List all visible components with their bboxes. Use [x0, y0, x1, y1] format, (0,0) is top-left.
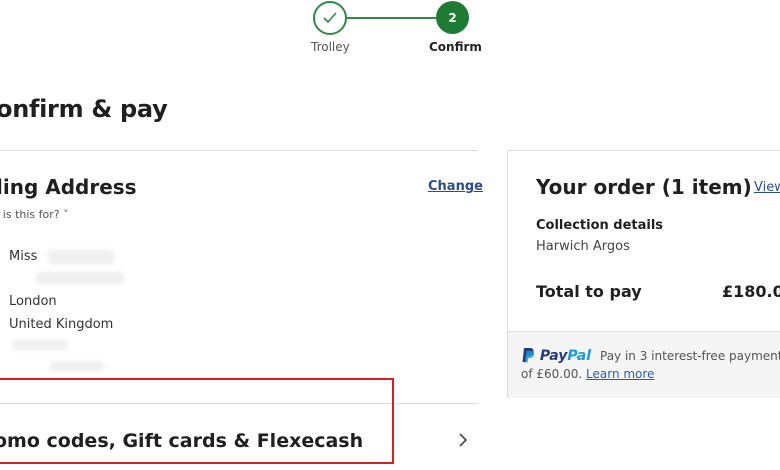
divider — [0, 150, 478, 151]
collection-store: Harwich Argos — [536, 239, 630, 254]
paypal-p-icon — [522, 348, 535, 363]
step-label-confirm: Confirm — [429, 40, 482, 54]
redacted-postcode — [12, 340, 68, 350]
step-number: 2 — [448, 10, 457, 25]
change-address-link[interactable]: Change — [428, 179, 483, 194]
what-is-this-for-toggle[interactable]: t is this for? ˅ — [0, 208, 69, 221]
view-order-link[interactable]: View — [754, 180, 780, 195]
redacted-street — [36, 272, 124, 284]
page-title: onfirm & pay — [0, 95, 168, 123]
collection-details-heading: Collection details — [536, 218, 664, 233]
chevron-right-icon[interactable] — [458, 432, 468, 453]
paypal-wordmark-pay: Pay — [539, 348, 568, 364]
learn-more-link[interactable]: Learn more — [586, 367, 654, 381]
paypal-installment-amount: of £60.00. — [521, 367, 583, 381]
check-icon — [323, 12, 337, 24]
step-label-trolley[interactable]: Trolley — [311, 40, 350, 54]
highlight-annotation-box — [0, 378, 394, 464]
paypal-banner — [508, 331, 780, 398]
redacted-name — [48, 250, 114, 264]
stepper-connector — [347, 17, 436, 19]
paypal-logo: PayPal — [521, 347, 591, 364]
step-trolley-done[interactable] — [313, 1, 347, 35]
redacted-phone — [50, 361, 104, 371]
billing-address-heading: ling Address — [0, 175, 137, 199]
paypal-wordmark-pal: Pal — [567, 348, 592, 364]
paypal-message: Pay in 3 interest-free payments — [600, 349, 780, 363]
address-line: London — [9, 294, 57, 309]
total-to-pay-label: Total to pay — [536, 282, 642, 301]
step-confirm-active: 2 — [436, 1, 469, 34]
address-line: United Kingdom — [9, 317, 114, 332]
total-to-pay-value: £180.00 — [722, 282, 780, 301]
paypal-message-line2: of £60.00. Learn more — [521, 367, 654, 381]
address-line: Miss — [9, 249, 38, 264]
order-summary-title: Your order (1 item) — [536, 175, 752, 199]
